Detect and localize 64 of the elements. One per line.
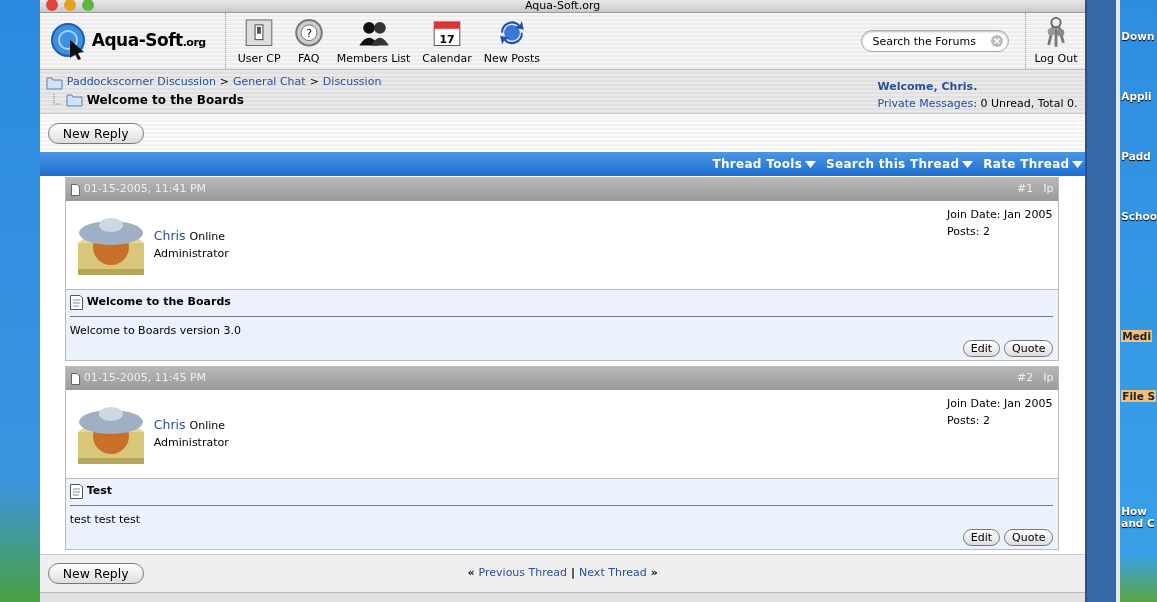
nav-arrow: « — [467, 566, 475, 580]
caret-icon — [962, 160, 974, 168]
post-body: test test test — [69, 511, 142, 528]
toolbar-button[interactable]: Members List — [330, 13, 417, 69]
folder-icon — [65, 92, 83, 107]
toolbar-button[interactable]: ? FAQ — [286, 13, 331, 69]
online-status: Online — [189, 418, 226, 435]
caret-icon — [1072, 160, 1084, 168]
lifebuoy-icon: ? — [292, 17, 325, 49]
toolbar-button[interactable]: 17 Calendar — [416, 13, 478, 69]
user-role: Administrator — [153, 435, 229, 452]
next-thread-link[interactable]: Next Thread — [579, 566, 647, 580]
tree-line-icon — [52, 93, 62, 106]
join-date: Join Date: Jan 2005 — [947, 207, 1053, 223]
new-reply-button[interactable]: New Reply — [47, 122, 144, 144]
breadcrumb-separator: > — [309, 74, 319, 90]
toolbar-button[interactable]: New Posts — [477, 13, 547, 69]
welcome-text: Welcome, Chris. — [877, 79, 979, 95]
post-date: 01-15-2005, 11:45 PM — [83, 370, 206, 387]
post-action-button[interactable]: Edit — [962, 529, 1000, 546]
post-date: 01-15-2005, 11:41 PM — [83, 181, 206, 198]
search-field[interactable]: Search the Forums — [861, 30, 1010, 52]
online-status: Online — [189, 229, 226, 246]
note-icon — [69, 294, 83, 310]
window-control[interactable] — [63, 0, 76, 11]
breadcrumb-separator: > — [219, 74, 230, 90]
message-count: : 0 Unread, Total 0. — [973, 95, 1078, 112]
page-title: Welcome to the Boards — [86, 91, 244, 109]
window-control[interactable] — [45, 0, 58, 11]
toolbar-button[interactable]: User CP — [231, 13, 287, 69]
folder-icon — [45, 74, 63, 90]
post-count: Posts: 2 — [947, 412, 991, 429]
nav-arrow: » — [650, 566, 658, 580]
post-title: Welcome to the Boards — [86, 294, 231, 310]
breadcrumb-link[interactable]: General Chat — [233, 74, 306, 91]
window-title: Aqua-Soft.org — [524, 0, 602, 12]
logo-text: Aqua-Soft.org — [91, 29, 206, 53]
link-separator: | — [571, 566, 576, 580]
logo-icon — [49, 22, 88, 60]
clear-icon — [991, 35, 1004, 47]
window-control[interactable] — [81, 0, 94, 11]
post-count: Posts: 2 — [947, 223, 991, 240]
breadcrumb-link[interactable]: Discussion — [322, 74, 382, 91]
breadcrumb-link[interactable]: Paddockscorner Discussion — [66, 74, 216, 91]
post-action-button[interactable]: Edit — [962, 340, 1000, 357]
user-role: Administrator — [153, 246, 229, 263]
post-body: Welcome to Boards version 3.0 — [69, 322, 242, 339]
previous-thread-link[interactable]: Previous Thread — [478, 566, 568, 580]
note-icon — [69, 483, 83, 499]
document-icon — [70, 183, 80, 196]
menu-button[interactable]: Search this Thread — [826, 155, 974, 173]
username-link[interactable]: Chris — [153, 416, 186, 436]
document-icon — [70, 372, 80, 385]
post-action-button[interactable]: Quote — [1004, 529, 1054, 546]
desktop-icon-label[interactable]: Medi — [1121, 330, 1152, 342]
desktop-icon-label[interactable]: File S — [1121, 390, 1156, 402]
new-reply-button[interactable]: New Reply — [47, 563, 144, 584]
post-action-button[interactable]: Quote — [1004, 340, 1054, 357]
post-title: Test — [86, 483, 113, 499]
menu-button[interactable]: Rate Thread — [983, 155, 1084, 173]
username-link[interactable]: Chris — [153, 227, 186, 247]
caret-icon — [805, 160, 817, 168]
join-date: Join Date: Jan 2005 — [947, 396, 1053, 412]
menu-button[interactable]: Thread Tools — [712, 155, 817, 173]
